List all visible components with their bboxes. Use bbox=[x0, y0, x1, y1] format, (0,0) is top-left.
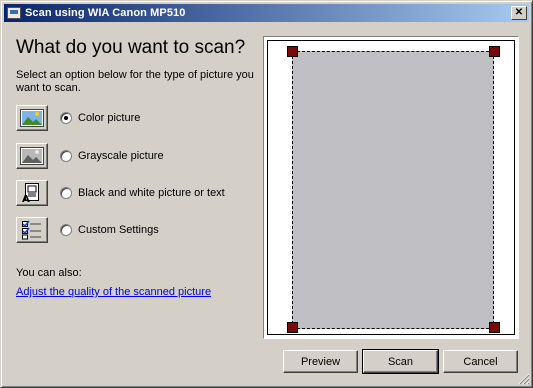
scan-button[interactable]: Scan bbox=[362, 349, 439, 374]
svg-text:A: A bbox=[22, 194, 30, 203]
option-black-white[interactable]: A Black and white picture or text bbox=[16, 180, 225, 206]
scan-dialog-window: Scan using WIA Canon MP510 ✕ What do you… bbox=[0, 0, 533, 388]
resize-handle-top-left[interactable] bbox=[287, 46, 298, 57]
scan-selection-area[interactable] bbox=[292, 51, 494, 329]
radio-color-picture[interactable] bbox=[60, 112, 72, 124]
close-button[interactable]: ✕ bbox=[511, 6, 527, 20]
black-white-document-icon[interactable]: A bbox=[16, 180, 48, 206]
resize-handle-top-right[interactable] bbox=[489, 46, 500, 57]
cancel-button[interactable]: Cancel bbox=[443, 350, 518, 373]
radio-custom-settings[interactable] bbox=[60, 224, 72, 236]
adjust-quality-link[interactable]: Adjust the quality of the scanned pictur… bbox=[16, 286, 211, 298]
scanner-icon bbox=[7, 7, 21, 19]
close-icon: ✕ bbox=[514, 7, 524, 18]
grayscale-photo-icon[interactable] bbox=[16, 143, 48, 169]
also-label: You can also: bbox=[16, 267, 82, 279]
preview-button[interactable]: Preview bbox=[283, 350, 358, 373]
resize-handle-bottom-right[interactable] bbox=[489, 322, 500, 333]
option-color-picture[interactable]: Color picture bbox=[16, 105, 140, 131]
option-custom-settings[interactable]: Custom Settings bbox=[16, 217, 159, 243]
radio-grayscale-picture[interactable] bbox=[60, 150, 72, 162]
radio-black-white[interactable] bbox=[60, 187, 72, 199]
option-label: Grayscale picture bbox=[78, 150, 164, 162]
option-label: Color picture bbox=[78, 112, 141, 124]
option-label: Custom Settings bbox=[78, 224, 159, 236]
instructions-text: Select an option below for the type of p… bbox=[16, 69, 254, 94]
title-bar[interactable]: Scan using WIA Canon MP510 ✕ bbox=[4, 4, 529, 22]
window-title: Scan using WIA Canon MP510 bbox=[25, 7, 186, 19]
color-photo-icon[interactable] bbox=[16, 105, 48, 131]
preview-page bbox=[267, 40, 515, 335]
preview-pane bbox=[263, 36, 519, 339]
resize-grip-icon[interactable] bbox=[518, 373, 530, 385]
option-grayscale-picture[interactable]: Grayscale picture bbox=[16, 143, 164, 169]
option-label: Black and white picture or text bbox=[78, 187, 225, 199]
custom-settings-icon[interactable] bbox=[16, 217, 48, 243]
page-heading: What do you want to scan? bbox=[16, 37, 246, 58]
resize-handle-bottom-left[interactable] bbox=[287, 322, 298, 333]
